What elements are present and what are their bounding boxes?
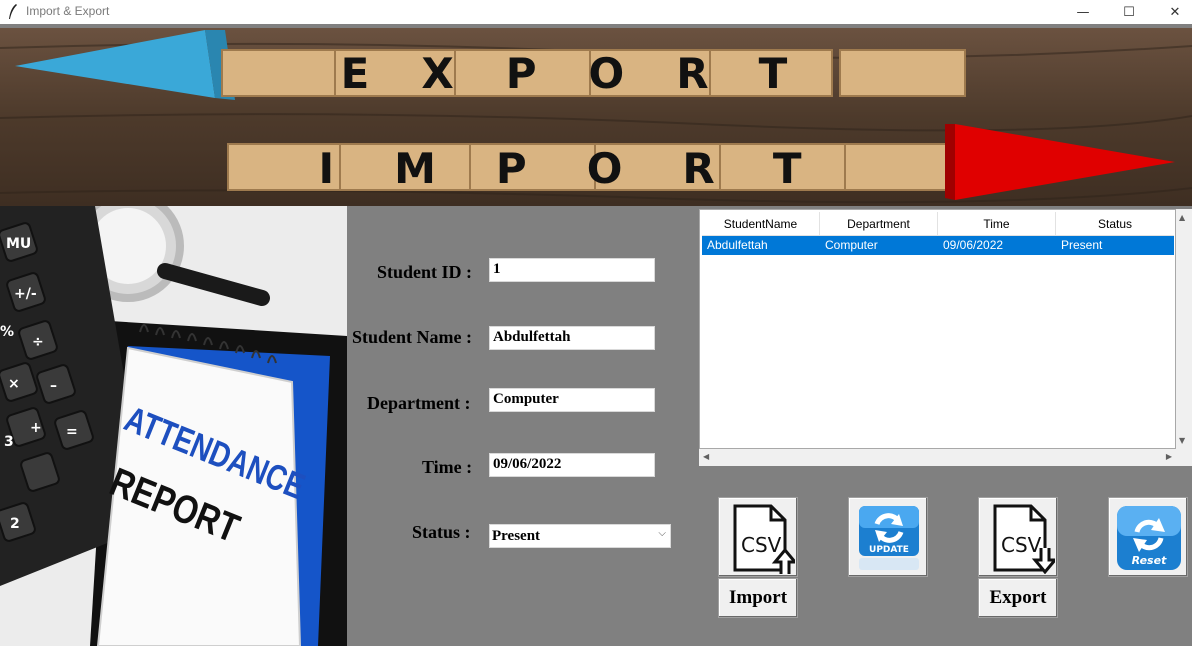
column-header-studentname[interactable]: StudentName (702, 212, 820, 236)
title-bar: Import & Export — ☐ ✕ (0, 0, 1192, 24)
student-id-label: Student ID : (377, 262, 473, 282)
column-header-time[interactable]: Time (938, 212, 1056, 236)
scroll-corner (1176, 449, 1192, 466)
chevron-down-icon[interactable]: ⌵ (658, 528, 666, 539)
import-export-banner: EXPORT IMPORT (0, 28, 1192, 206)
calc-key: – (50, 378, 57, 394)
calc-key: + (30, 420, 42, 436)
feather-icon (9, 4, 17, 19)
table-cell: 09/06/2022 (943, 238, 1004, 252)
table-cell: Present (1061, 238, 1103, 252)
table-row[interactable]: Abdulfettah Computer 09/06/2022 Present (702, 236, 1174, 255)
calc-key: ÷ (32, 334, 44, 350)
banner-import-text: IMPORT (318, 144, 861, 193)
student-name-label: Student Name : (352, 327, 472, 347)
department-label: Department : (367, 393, 471, 413)
status-value: Present (492, 528, 541, 544)
horizontal-scrollbar[interactable]: ◀ ▶ (699, 449, 1176, 466)
update-button[interactable]: UPDATE (848, 497, 928, 577)
import-icon-button[interactable]: CSV (718, 497, 798, 577)
status-label: Status : (412, 522, 471, 542)
export-icon-button[interactable]: CSV (978, 497, 1058, 577)
update-text: UPDATE (869, 545, 909, 555)
department-field[interactable]: Computer (489, 388, 655, 412)
update-icon: UPDATE (859, 506, 919, 570)
reset-button[interactable]: Reset (1108, 497, 1188, 577)
calc-key: 2 (10, 516, 20, 532)
column-header-department[interactable]: Department (820, 212, 938, 236)
column-header-status[interactable]: Status (1056, 212, 1174, 236)
import-button[interactable]: Import (718, 578, 798, 618)
student-name-field[interactable]: Abdulfettah (489, 326, 655, 350)
time-field[interactable]: 09/06/2022 (489, 453, 655, 477)
scroll-down-icon[interactable]: ▼ (1179, 436, 1185, 445)
table-cell: Abdulfettah (707, 238, 768, 252)
csv-text: CSV (741, 533, 782, 557)
close-button[interactable]: ✕ (1152, 0, 1192, 24)
minimize-button[interactable]: — (1060, 0, 1106, 24)
table-header: StudentName Department Time Status (702, 212, 1174, 236)
attendance-report-photo: MU +/- % ÷ × – + = 3 2 ATTENDANCE REPORT (0, 206, 347, 646)
calc-key: 3 (4, 434, 14, 450)
time-label: Time : (422, 457, 473, 477)
csv-import-icon: CSV (733, 504, 795, 574)
reset-icon: Reset (1117, 506, 1181, 570)
calc-key: +/- (14, 286, 37, 302)
export-button[interactable]: Export (978, 578, 1058, 618)
csv-text: CSV (1001, 533, 1042, 557)
reset-text: Reset (1132, 554, 1167, 567)
calc-key: = (66, 424, 78, 440)
vertical-scrollbar[interactable]: ▲ ▼ (1176, 209, 1192, 449)
status-dropdown[interactable]: Present ⌵ (489, 524, 671, 548)
scroll-left-icon[interactable]: ◀ (703, 452, 709, 461)
calc-key: % (0, 324, 14, 340)
student-id-field[interactable]: 1 (489, 258, 655, 282)
banner-export-text: EXPORT (341, 49, 840, 98)
calc-key: × (8, 376, 20, 392)
calc-key: MU (6, 236, 31, 252)
scroll-right-icon[interactable]: ▶ (1166, 452, 1172, 461)
table-cell: Computer (825, 238, 878, 252)
maximize-button[interactable]: ☐ (1106, 0, 1152, 24)
csv-export-icon: CSV (993, 504, 1055, 574)
scroll-up-icon[interactable]: ▲ (1179, 213, 1185, 222)
window-title: Import & Export (26, 4, 110, 18)
students-table[interactable]: StudentName Department Time Status Abdul… (699, 209, 1176, 449)
